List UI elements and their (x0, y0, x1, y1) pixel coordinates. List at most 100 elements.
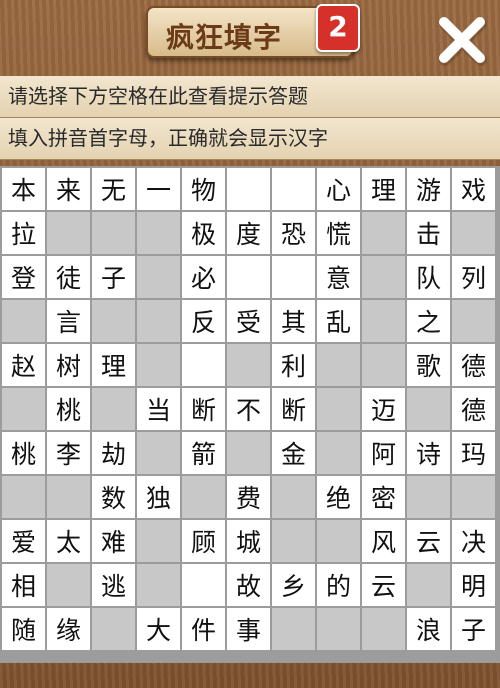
close-x-icon (439, 17, 487, 66)
grid-cell[interactable]: 当 (137, 388, 180, 430)
close-button[interactable] (436, 16, 488, 66)
grid-cell[interactable]: 缘 (47, 608, 90, 650)
grid-cell[interactable]: 无 (92, 168, 135, 210)
grid-cell[interactable] (227, 256, 270, 298)
grid-cell[interactable]: 歌 (407, 344, 450, 386)
grid-cell[interactable]: 列 (452, 256, 495, 298)
grid-cell[interactable]: 密 (362, 476, 405, 518)
grid-cell[interactable]: 其 (272, 300, 315, 342)
blocked-cell (317, 344, 360, 386)
grid-cell[interactable] (272, 168, 315, 210)
grid-cell[interactable]: 极 (182, 212, 225, 254)
grid-cell[interactable]: 恐 (272, 212, 315, 254)
grid-cell[interactable]: 金 (272, 432, 315, 474)
grid-cell[interactable]: 断 (272, 388, 315, 430)
grid-cell[interactable] (227, 168, 270, 210)
grid-cell[interactable]: 迈 (362, 388, 405, 430)
grid-cell[interactable]: 难 (92, 520, 135, 562)
grid-cell[interactable]: 子 (92, 256, 135, 298)
grid-cell[interactable]: 拉 (2, 212, 45, 254)
blocked-cell (317, 608, 360, 650)
grid-cell[interactable]: 独 (137, 476, 180, 518)
blocked-cell (317, 388, 360, 430)
grid-cell[interactable]: 慌 (317, 212, 360, 254)
grid-cell[interactable]: 队 (407, 256, 450, 298)
grid-cell[interactable]: 物 (182, 168, 225, 210)
grid-cell[interactable]: 阿 (362, 432, 405, 474)
grid-cell[interactable]: 决 (452, 520, 495, 562)
blocked-cell (47, 476, 90, 518)
grid-cell[interactable]: 度 (227, 212, 270, 254)
blocked-cell (362, 300, 405, 342)
blocked-cell (272, 520, 315, 562)
grid-cell[interactable]: 玛 (452, 432, 495, 474)
grid-cell[interactable]: 随 (2, 608, 45, 650)
grid-cell[interactable]: 受 (227, 300, 270, 342)
grid-cell[interactable]: 明 (452, 564, 495, 606)
grid-cell[interactable]: 子 (452, 608, 495, 650)
grid-cell[interactable]: 故 (227, 564, 270, 606)
grid-cell[interactable]: 一 (137, 168, 180, 210)
grid-cell[interactable]: 树 (47, 344, 90, 386)
grid-cell[interactable]: 赵 (2, 344, 45, 386)
grid-cell[interactable]: 桃 (47, 388, 90, 430)
grid-cell[interactable]: 戏 (452, 168, 495, 210)
hint-line-2: 填入拼音首字母，正确就会显示汉字 (0, 118, 500, 160)
grid-cell[interactable]: 击 (407, 212, 450, 254)
grid-cell[interactable]: 城 (227, 520, 270, 562)
grid-cell[interactable]: 乱 (317, 300, 360, 342)
blocked-cell (362, 344, 405, 386)
blocked-cell (407, 388, 450, 430)
grid-cell[interactable]: 云 (407, 520, 450, 562)
grid-cell[interactable]: 费 (227, 476, 270, 518)
grid-cell[interactable]: 太 (47, 520, 90, 562)
grid-cell[interactable]: 反 (182, 300, 225, 342)
grid-cell[interactable]: 事 (227, 608, 270, 650)
grid-cell[interactable]: 理 (92, 344, 135, 386)
grid-cell[interactable] (182, 564, 225, 606)
grid-cell[interactable] (272, 256, 315, 298)
blocked-cell (227, 344, 270, 386)
grid-cell[interactable]: 理 (362, 168, 405, 210)
grid-cell[interactable]: 李 (47, 432, 90, 474)
blocked-cell (92, 608, 135, 650)
grid-cell[interactable]: 不 (227, 388, 270, 430)
grid-cell[interactable]: 本 (2, 168, 45, 210)
grid-cell[interactable]: 大 (137, 608, 180, 650)
grid-cell[interactable]: 箭 (182, 432, 225, 474)
grid-cell[interactable]: 数 (92, 476, 135, 518)
blocked-cell (47, 212, 90, 254)
grid-cell[interactable] (182, 344, 225, 386)
grid-cell[interactable]: 云 (362, 564, 405, 606)
grid-cell[interactable]: 言 (47, 300, 90, 342)
grid-cell[interactable]: 件 (182, 608, 225, 650)
grid-cell[interactable]: 相 (2, 564, 45, 606)
grid-cell[interactable]: 诗 (407, 432, 450, 474)
grid-cell[interactable]: 绝 (317, 476, 360, 518)
grid-cell[interactable]: 浪 (407, 608, 450, 650)
grid-cell[interactable]: 德 (452, 388, 495, 430)
grid-cell[interactable]: 登 (2, 256, 45, 298)
blocked-cell (137, 564, 180, 606)
grid-cell[interactable]: 德 (452, 344, 495, 386)
grid-cell[interactable]: 徒 (47, 256, 90, 298)
blocked-cell (407, 476, 450, 518)
grid-cell[interactable]: 之 (407, 300, 450, 342)
grid-cell[interactable]: 利 (272, 344, 315, 386)
grid-cell[interactable]: 风 (362, 520, 405, 562)
grid-cell[interactable]: 来 (47, 168, 90, 210)
grid-cell[interactable]: 断 (182, 388, 225, 430)
title-plaque: 疯狂填字 2 (146, 4, 360, 58)
grid-cell[interactable]: 顾 (182, 520, 225, 562)
grid-cell[interactable]: 爱 (2, 520, 45, 562)
grid-cell[interactable]: 意 (317, 256, 360, 298)
grid-cell[interactable]: 必 (182, 256, 225, 298)
blocked-cell (272, 476, 315, 518)
grid-cell[interactable]: 的 (317, 564, 360, 606)
grid-cell[interactable]: 心 (317, 168, 360, 210)
grid-cell[interactable]: 游 (407, 168, 450, 210)
grid-cell[interactable]: 劫 (92, 432, 135, 474)
grid-cell[interactable]: 乡 (272, 564, 315, 606)
grid-cell[interactable]: 桃 (2, 432, 45, 474)
grid-cell[interactable]: 逃 (92, 564, 135, 606)
